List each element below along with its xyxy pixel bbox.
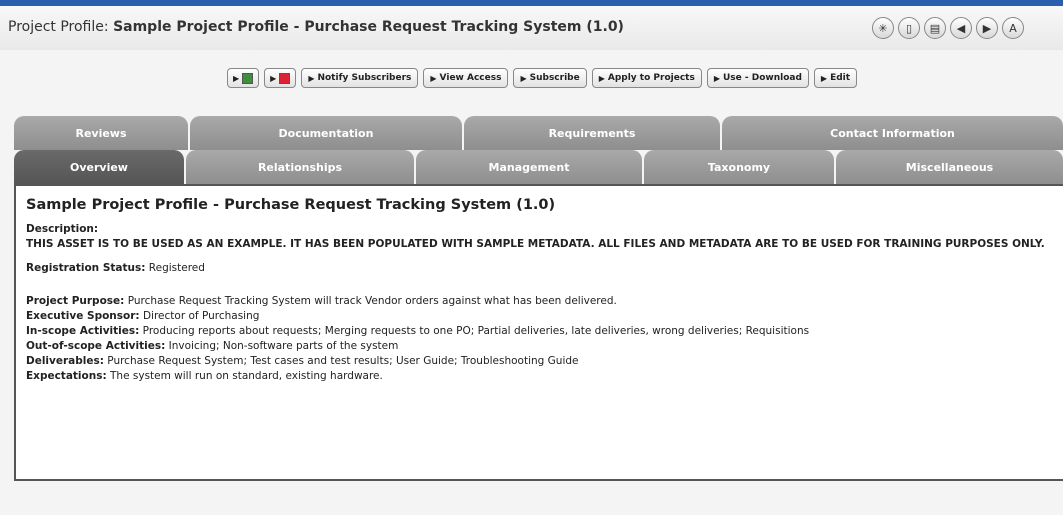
description-text: THIS ASSET IS TO BE USED AS AN EXAMPLE. … — [26, 238, 1045, 250]
overview-panel: Sample Project Profile - Purchase Reques… — [14, 184, 1063, 481]
clipboard-icon[interactable]: ▯ — [898, 17, 920, 39]
field-label: Project Purpose: — [26, 295, 125, 307]
action-toolbar: ▶ ▶ ▶ Notify Subscribers ▶ View Access ▶… — [227, 68, 858, 88]
field-project-purpose: Project Purpose: Purchase Request Tracki… — [26, 294, 1053, 309]
field-label: Expectations: — [26, 370, 107, 382]
view-access-button[interactable]: ▶ View Access — [423, 68, 509, 88]
content-heading: Sample Project Profile - Purchase Reques… — [26, 197, 556, 213]
tab-management[interactable]: Management — [416, 150, 642, 184]
arrow-icon: ▶ — [233, 73, 240, 83]
subscribe-button[interactable]: ▶ Subscribe — [513, 68, 587, 88]
pdf-icon — [279, 72, 291, 84]
tab-miscellaneous[interactable]: Miscellaneous — [836, 150, 1063, 184]
edit-button[interactable]: ▶ Edit — [813, 68, 858, 88]
arrow-icon: ▶ — [713, 73, 720, 83]
field-in-scope-activities: In-scope Activities: Producing reports a… — [26, 324, 1053, 339]
field-value: Director of Purchasing — [142, 310, 260, 322]
tab-row-bottom: Overview Relationships Management Taxono… — [14, 150, 1063, 184]
excel-icon — [242, 72, 254, 84]
close-icon[interactable]: A — [1002, 17, 1024, 39]
tab-reviews[interactable]: Reviews — [14, 116, 188, 150]
field-label: Executive Sponsor: — [26, 310, 140, 322]
field-value: The system will run on standard, existin… — [110, 370, 383, 382]
arrow-icon: ▶ — [308, 73, 315, 83]
field-label: Out-of-scope Activities: — [26, 340, 166, 352]
field-deliverables: Deliverables: Purchase Request System; T… — [26, 354, 1053, 369]
forward-icon[interactable]: ▶ — [976, 17, 998, 39]
apply-to-projects-button[interactable]: ▶ Apply to Projects — [591, 68, 702, 88]
back-icon[interactable]: ◀ — [950, 17, 972, 39]
print-icon[interactable]: ▤ — [924, 17, 946, 39]
header-toolbar: ✳ ▯ ▤ ◀ ▶ A — [872, 17, 1024, 39]
notify-subscribers-button[interactable]: ▶ Notify Subscribers — [301, 68, 419, 88]
button-label: Subscribe — [529, 73, 580, 83]
pdf-export-button[interactable]: ▶ — [264, 68, 297, 88]
tab-taxonomy[interactable]: Taxonomy — [644, 150, 834, 184]
tab-requirements[interactable]: Requirements — [464, 116, 720, 150]
registration-status: Registration Status: Registered — [26, 261, 1053, 276]
button-label: Apply to Projects — [607, 73, 695, 83]
field-label: Registration Status: — [26, 262, 146, 274]
field-value: Purchase Request System; Test cases and … — [107, 355, 579, 367]
arrow-icon: ▶ — [598, 73, 605, 83]
arrow-icon: ▶ — [820, 73, 828, 83]
field-value: Registered — [148, 262, 205, 274]
arrow-icon: ▶ — [430, 73, 437, 83]
arrow-icon: ▶ — [270, 73, 277, 83]
button-label: Use - Download — [722, 73, 802, 83]
title-prefix: Project Profile: — [8, 19, 109, 35]
page-title: Project Profile: Sample Project Profile … — [8, 19, 624, 35]
field-label: In-scope Activities: — [26, 325, 140, 337]
field-value: Producing reports about requests; Mergin… — [142, 325, 810, 337]
button-label: View Access — [439, 73, 502, 83]
use-download-button[interactable]: ▶ Use - Download — [706, 68, 809, 88]
description-label: Description: — [26, 223, 99, 235]
tab-overview[interactable]: Overview — [14, 150, 184, 184]
field-expectations: Expectations: The system will run on sta… — [26, 369, 1053, 384]
field-value: Purchase Request Tracking System will tr… — [127, 295, 617, 307]
window-header: Project Profile: Sample Project Profile … — [0, 6, 1063, 50]
field-label: Deliverables: — [26, 355, 104, 367]
title-text: Sample Project Profile - Purchase Reques… — [113, 19, 624, 35]
field-value: Invoicing; Non-software parts of the sys… — [168, 340, 399, 352]
tab-relationships[interactable]: Relationships — [186, 150, 414, 184]
field-executive-sponsor: Executive Sponsor: Director of Purchasin… — [26, 309, 1053, 324]
help-icon[interactable]: ✳ — [872, 17, 894, 39]
button-label: Notify Subscribers — [317, 73, 412, 83]
tab-documentation[interactable]: Documentation — [190, 116, 462, 150]
field-out-of-scope-activities: Out-of-scope Activities: Invoicing; Non-… — [26, 339, 1053, 354]
arrow-icon: ▶ — [520, 73, 527, 83]
button-label: Edit — [830, 73, 851, 83]
excel-export-button[interactable]: ▶ — [227, 68, 260, 88]
tab-contact-information[interactable]: Contact Information — [722, 116, 1063, 150]
tab-row-top: Reviews Documentation Requirements Conta… — [14, 116, 1063, 150]
